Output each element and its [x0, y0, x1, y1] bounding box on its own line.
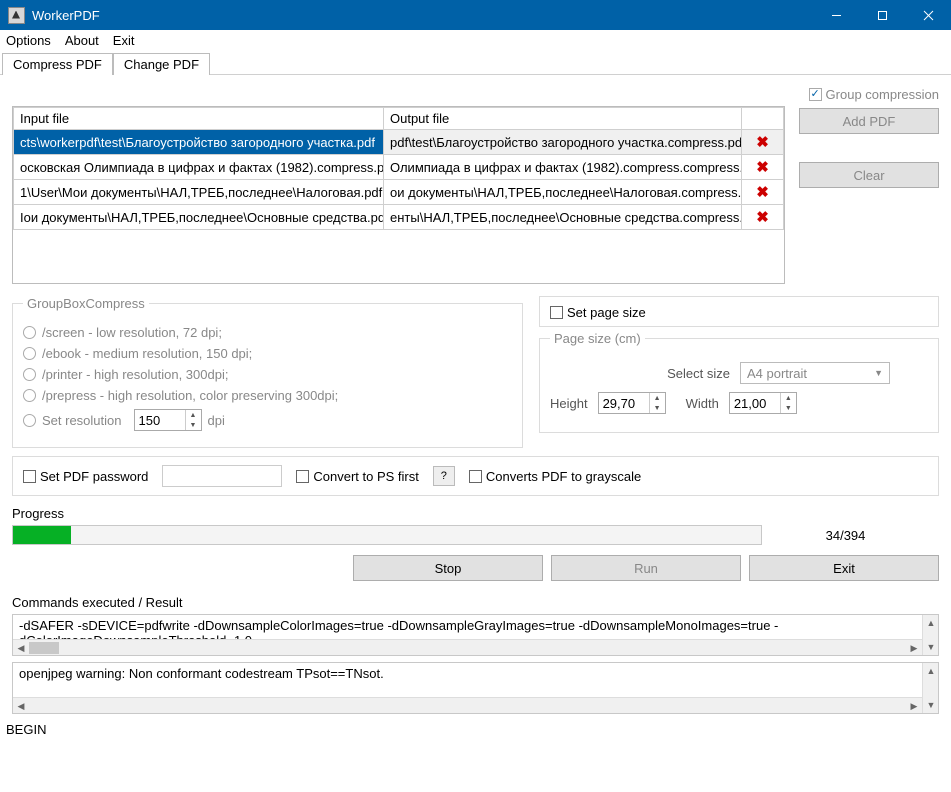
checkmark-icon	[809, 88, 822, 101]
col-input[interactable]: Input file	[14, 108, 384, 130]
convert-ps-checkbox[interactable]: Convert to PS first	[296, 469, 418, 484]
menu-exit[interactable]: Exit	[113, 33, 135, 48]
chevron-up-icon[interactable]: ▲	[186, 410, 201, 420]
height-label: Height	[550, 396, 588, 411]
maximize-button[interactable]	[859, 0, 905, 30]
chevron-up-icon[interactable]: ▲	[923, 615, 939, 631]
chevron-left-icon[interactable]: ◀	[13, 698, 29, 714]
chevron-down-icon[interactable]: ▼	[186, 420, 201, 430]
delete-icon[interactable]: ✖	[756, 134, 769, 151]
chevron-left-icon[interactable]: ◀	[13, 640, 29, 656]
group-compression-checkbox[interactable]: Group compression	[809, 87, 939, 102]
status-bar: BEGIN	[0, 720, 951, 739]
add-pdf-button[interactable]: Add PDF	[799, 108, 939, 134]
height-spinner[interactable]: ▲▼	[598, 392, 666, 414]
chevron-up-icon[interactable]: ▲	[650, 393, 665, 403]
file-table[interactable]: Input file Output file cts\workerpdf\tes…	[12, 106, 785, 284]
compress-groupbox: GroupBoxCompress /screen - low resolutio…	[12, 296, 523, 448]
result-log[interactable]: openjpeg warning: Non conformant codestr…	[12, 662, 939, 714]
table-row[interactable]: cts\workerpdf\test\Благоустройство загор…	[14, 130, 784, 155]
scrollbar-thumb[interactable]	[29, 642, 59, 654]
commands-label: Commands executed / Result	[12, 595, 939, 610]
chevron-up-icon[interactable]: ▲	[923, 663, 939, 679]
delete-icon[interactable]: ✖	[756, 209, 769, 226]
height-input[interactable]	[599, 394, 649, 413]
password-input[interactable]	[162, 465, 282, 487]
chevron-down-icon[interactable]: ▼	[923, 639, 939, 655]
run-button[interactable]: Run	[551, 555, 741, 581]
menu-bar: Options About Exit	[0, 30, 951, 52]
stop-button[interactable]: Stop	[353, 555, 543, 581]
table-row[interactable]: 1\User\Мои документы\НАЛ,ТРЕБ,последнее\…	[14, 180, 784, 205]
exit-button[interactable]: Exit	[749, 555, 939, 581]
resolution-input[interactable]	[135, 411, 185, 430]
chevron-down-icon[interactable]: ▼	[923, 697, 939, 713]
grayscale-checkbox[interactable]: Converts PDF to grayscale	[469, 469, 641, 484]
app-icon	[8, 7, 25, 24]
table-row[interactable]: осковская Олимпиада в цифрах и фактах (1…	[14, 155, 784, 180]
page-size-select[interactable]: A4 portrait ▼	[740, 362, 890, 384]
radio-setres[interactable]: Set resolution ▲▼ dpi	[23, 409, 512, 431]
chevron-right-icon[interactable]: ▶	[906, 698, 922, 714]
col-delete	[742, 108, 784, 130]
set-page-size-checkbox[interactable]: Set page size	[550, 305, 646, 320]
title-bar: WorkerPDF	[0, 0, 951, 30]
tab-compress[interactable]: Compress PDF	[2, 53, 113, 75]
radio-prepress[interactable]: /prepress - high resolution, color prese…	[23, 388, 512, 403]
select-size-label: Select size	[550, 366, 730, 381]
set-password-checkbox[interactable]: Set PDF password	[23, 469, 148, 484]
width-input[interactable]	[730, 394, 780, 413]
group-compression-label: Group compression	[826, 87, 939, 102]
progress-count: 34/394	[826, 528, 866, 543]
resolution-spinner[interactable]: ▲▼	[134, 409, 202, 431]
chevron-down-icon[interactable]: ▼	[650, 403, 665, 413]
delete-icon[interactable]: ✖	[756, 159, 769, 176]
tab-change[interactable]: Change PDF	[113, 53, 210, 75]
progress-bar	[12, 525, 762, 545]
radio-ebook[interactable]: /ebook - medium resolution, 150 dpi;	[23, 346, 512, 361]
page-size-groupbox: Page size (cm) Select size A4 portrait ▼…	[539, 331, 939, 433]
chevron-down-icon[interactable]: ▼	[781, 403, 796, 413]
width-label: Width	[686, 396, 719, 411]
chevron-right-icon[interactable]: ▶	[906, 640, 922, 656]
progress-label: Progress	[12, 506, 939, 521]
delete-icon[interactable]: ✖	[756, 184, 769, 201]
radio-printer[interactable]: /printer - high resolution, 300dpi;	[23, 367, 512, 382]
compress-title: GroupBoxCompress	[23, 296, 149, 311]
tab-strip: Compress PDF Change PDF	[0, 52, 951, 75]
commands-log[interactable]: -dSAFER -sDEVICE=pdfwrite -dDownsampleCo…	[12, 614, 939, 656]
table-row[interactable]: Іои документы\НАЛ,ТРЕБ,последнее\Основны…	[14, 205, 784, 230]
help-button[interactable]: ?	[433, 466, 455, 486]
clear-button[interactable]: Clear	[799, 162, 939, 188]
chevron-up-icon[interactable]: ▲	[781, 393, 796, 403]
menu-options[interactable]: Options	[6, 33, 51, 48]
col-output[interactable]: Output file	[384, 108, 742, 130]
window-title: WorkerPDF	[32, 8, 813, 23]
width-spinner[interactable]: ▲▼	[729, 392, 797, 414]
close-button[interactable]	[905, 0, 951, 30]
chevron-down-icon: ▼	[874, 368, 883, 378]
radio-screen[interactable]: /screen - low resolution, 72 dpi;	[23, 325, 512, 340]
page-size-legend: Page size (cm)	[550, 331, 645, 346]
menu-about[interactable]: About	[65, 33, 99, 48]
minimize-button[interactable]	[813, 0, 859, 30]
